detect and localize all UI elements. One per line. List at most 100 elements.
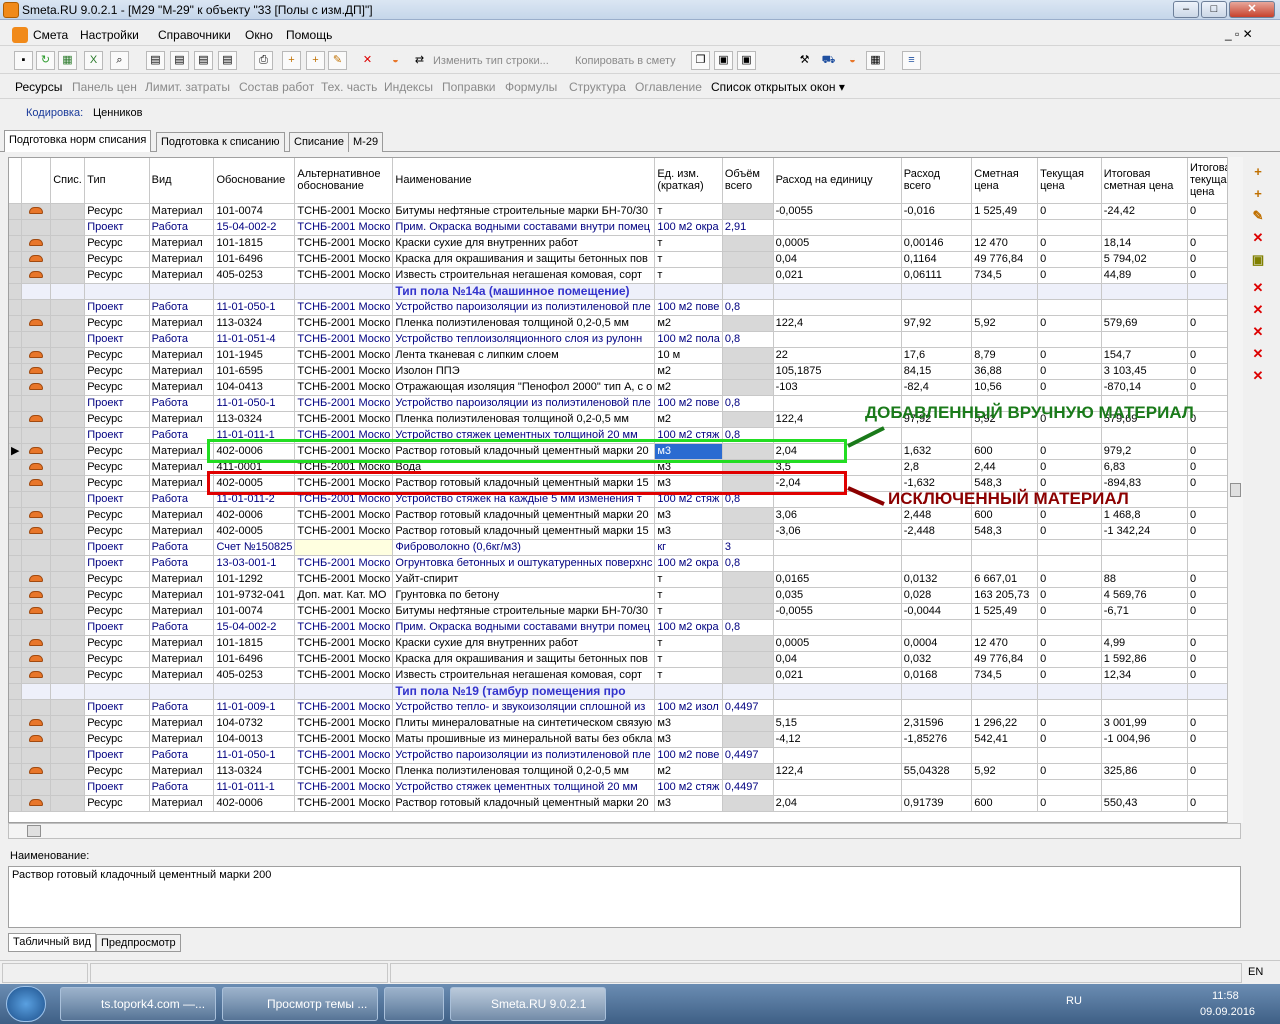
writeoff-cell[interactable] (50, 747, 86, 764)
cell-o[interactable]: 101-6496 (213, 651, 296, 668)
cell-o[interactable]: 104-0013 (213, 731, 296, 748)
cell-sp[interactable] (971, 555, 1039, 572)
cell-o[interactable]: 402-0006 (213, 795, 296, 812)
cell-rt[interactable]: 0,1164 (901, 251, 973, 268)
table-row[interactable]: Проект Работа 11-01-051-4 ТСНБ-2001 Моско Ус… (9, 331, 1240, 348)
cell-n[interactable]: Пленка полиэтиленовая толщиной 0,2-0,5 м… (392, 315, 656, 332)
cell-a[interactable]: ТСНБ-2001 Моско (294, 315, 394, 332)
cell-t[interactable]: Ресурс (84, 459, 150, 476)
cell-cp[interactable]: 0 (1037, 379, 1102, 396)
cell-cp[interactable]: 0 (1037, 459, 1102, 476)
brick-icon[interactable]: ◒ (843, 51, 862, 70)
writeoff-cell[interactable] (50, 267, 86, 284)
row-indicator[interactable] (9, 779, 23, 796)
cell-cp[interactable] (1037, 299, 1102, 316)
table-row[interactable]: Проект Работа 11-01-011-1 ТСНБ-2001 Моско Ус… (9, 779, 1240, 796)
cell-is[interactable]: 979,2 (1101, 443, 1188, 460)
cell-u[interactable]: 100 м2 окра (654, 619, 723, 636)
cell-n[interactable]: Прим. Окраска водными составами внутри п… (392, 219, 656, 236)
cell-rt[interactable] (901, 539, 973, 556)
cell-v[interactable]: Материал (149, 795, 215, 812)
tab-formulas[interactable]: Формулы (505, 80, 557, 94)
writeoff-cell[interactable] (50, 315, 86, 332)
table-row[interactable]: Ресурс Материал 101-1945 ТСНБ-2001 Моско Лен… (9, 347, 1240, 364)
hscroll-thumb[interactable] (27, 825, 41, 837)
writeoff-cell[interactable] (50, 651, 86, 668)
cell-cp[interactable]: 0 (1037, 363, 1102, 380)
writeoff-cell[interactable] (50, 763, 86, 780)
delete-icon[interactable]: ✕ (358, 51, 377, 70)
cell-o[interactable]: 11-01-009-1 (213, 699, 296, 716)
writeoff-cell[interactable] (50, 667, 86, 684)
cell-a[interactable]: ТСНБ-2001 Моско (294, 715, 394, 732)
row-indicator[interactable] (9, 667, 23, 684)
cell-sp[interactable]: 1 525,49 (971, 603, 1039, 620)
writeoff-cell[interactable] (50, 411, 86, 428)
col-header[interactable]: Вид (149, 158, 215, 204)
cell-o[interactable]: 101-9732-041 (213, 587, 296, 604)
cell-v[interactable]: Материал (149, 731, 215, 748)
table-row[interactable]: Ресурс Материал 104-0013 ТСНБ-2001 Моско Мат… (9, 731, 1240, 748)
tab-preview[interactable]: Предпросмотр (96, 934, 181, 952)
cell-sp[interactable]: 8,79 (971, 347, 1039, 364)
cell-v[interactable]: Работа (149, 299, 215, 316)
cell-o[interactable]: 402-0006 (213, 507, 296, 524)
row-indicator[interactable] (9, 651, 23, 668)
cell-vol[interactable] (722, 379, 774, 396)
cell-a[interactable]: ТСНБ-2001 Моско (294, 779, 394, 796)
cell-t[interactable]: Проект (84, 395, 150, 412)
writeoff-cell[interactable] (50, 395, 86, 412)
cell-o[interactable]: 101-0074 (213, 603, 296, 620)
cell-cp[interactable]: 0 (1037, 267, 1102, 284)
row-indicator[interactable] (9, 507, 23, 524)
cell-o[interactable]: 13-03-001-1 (213, 555, 296, 572)
cell-rt[interactable] (901, 779, 973, 796)
cell-a[interactable]: ТСНБ-2001 Моско (294, 379, 394, 396)
cell-re[interactable] (773, 299, 902, 316)
menu-settings[interactable]: Настройки (80, 28, 139, 42)
cell-re[interactable]: -4,12 (773, 731, 902, 748)
cell-sp[interactable]: 1 525,49 (971, 203, 1039, 220)
cell-o[interactable]: 101-6496 (213, 251, 296, 268)
cell-cp[interactable]: 0 (1037, 443, 1102, 460)
cell-o[interactable]: 101-1292 (213, 571, 296, 588)
cell-is[interactable]: 6,83 (1101, 459, 1188, 476)
add-row-icon[interactable]: + (282, 51, 301, 70)
cell-t[interactable]: Проект (84, 539, 150, 556)
row-indicator[interactable] (9, 219, 23, 236)
change-type-icon[interactable]: ⇄ (410, 51, 429, 70)
cell-vol[interactable] (722, 603, 774, 620)
cell-re[interactable] (773, 699, 902, 716)
cell-is[interactable] (1101, 299, 1188, 316)
cell-re[interactable]: -0,0055 (773, 203, 902, 220)
horizontal-scrollbar[interactable] (8, 823, 1241, 839)
row-indicator[interactable] (9, 235, 23, 252)
row-indicator[interactable] (9, 731, 23, 748)
cell-u[interactable]: т (654, 571, 723, 588)
cell-t[interactable]: Проект (84, 427, 150, 444)
cell-sp[interactable]: 10,56 (971, 379, 1039, 396)
taskbar-item-browser[interactable]: Просмотр темы ... (222, 987, 378, 1021)
writeoff-cell[interactable] (50, 427, 86, 444)
cell-t[interactable]: Проект (84, 555, 150, 572)
image-icon[interactable]: ▣ (1249, 251, 1267, 269)
cell-v[interactable]: Материал (149, 571, 215, 588)
cell-n[interactable]: Краска для окрашивания и защиты бетонных… (392, 251, 656, 268)
cell-rt[interactable]: 0,91739 (901, 795, 973, 812)
cell-vol[interactable] (722, 795, 774, 812)
cell-rt[interactable]: 1,632 (901, 443, 973, 460)
table-row[interactable]: Ресурс Материал 104-0413 ТСНБ-2001 Моско Отр… (9, 379, 1240, 396)
cell-u[interactable]: т (654, 667, 723, 684)
cell-sp[interactable]: 163 205,73 (971, 587, 1039, 604)
change-row-type-label[interactable]: Изменить тип строки... (433, 55, 549, 67)
cell-t[interactable]: Ресурс (84, 731, 150, 748)
table-row[interactable]: Ресурс Материал 101-6496 ТСНБ-2001 Моско Кра… (9, 251, 1240, 268)
row-indicator[interactable] (9, 795, 23, 812)
cell-cp[interactable]: 0 (1037, 523, 1102, 540)
cell-re[interactable]: 0,0005 (773, 635, 902, 652)
cell-sp[interactable]: 600 (971, 795, 1039, 812)
cell-t[interactable]: Ресурс (84, 635, 150, 652)
cell-u[interactable]: 100 м2 пове (654, 395, 723, 412)
cell-t[interactable]: Проект (84, 747, 150, 764)
writeoff-cell[interactable] (50, 235, 86, 252)
